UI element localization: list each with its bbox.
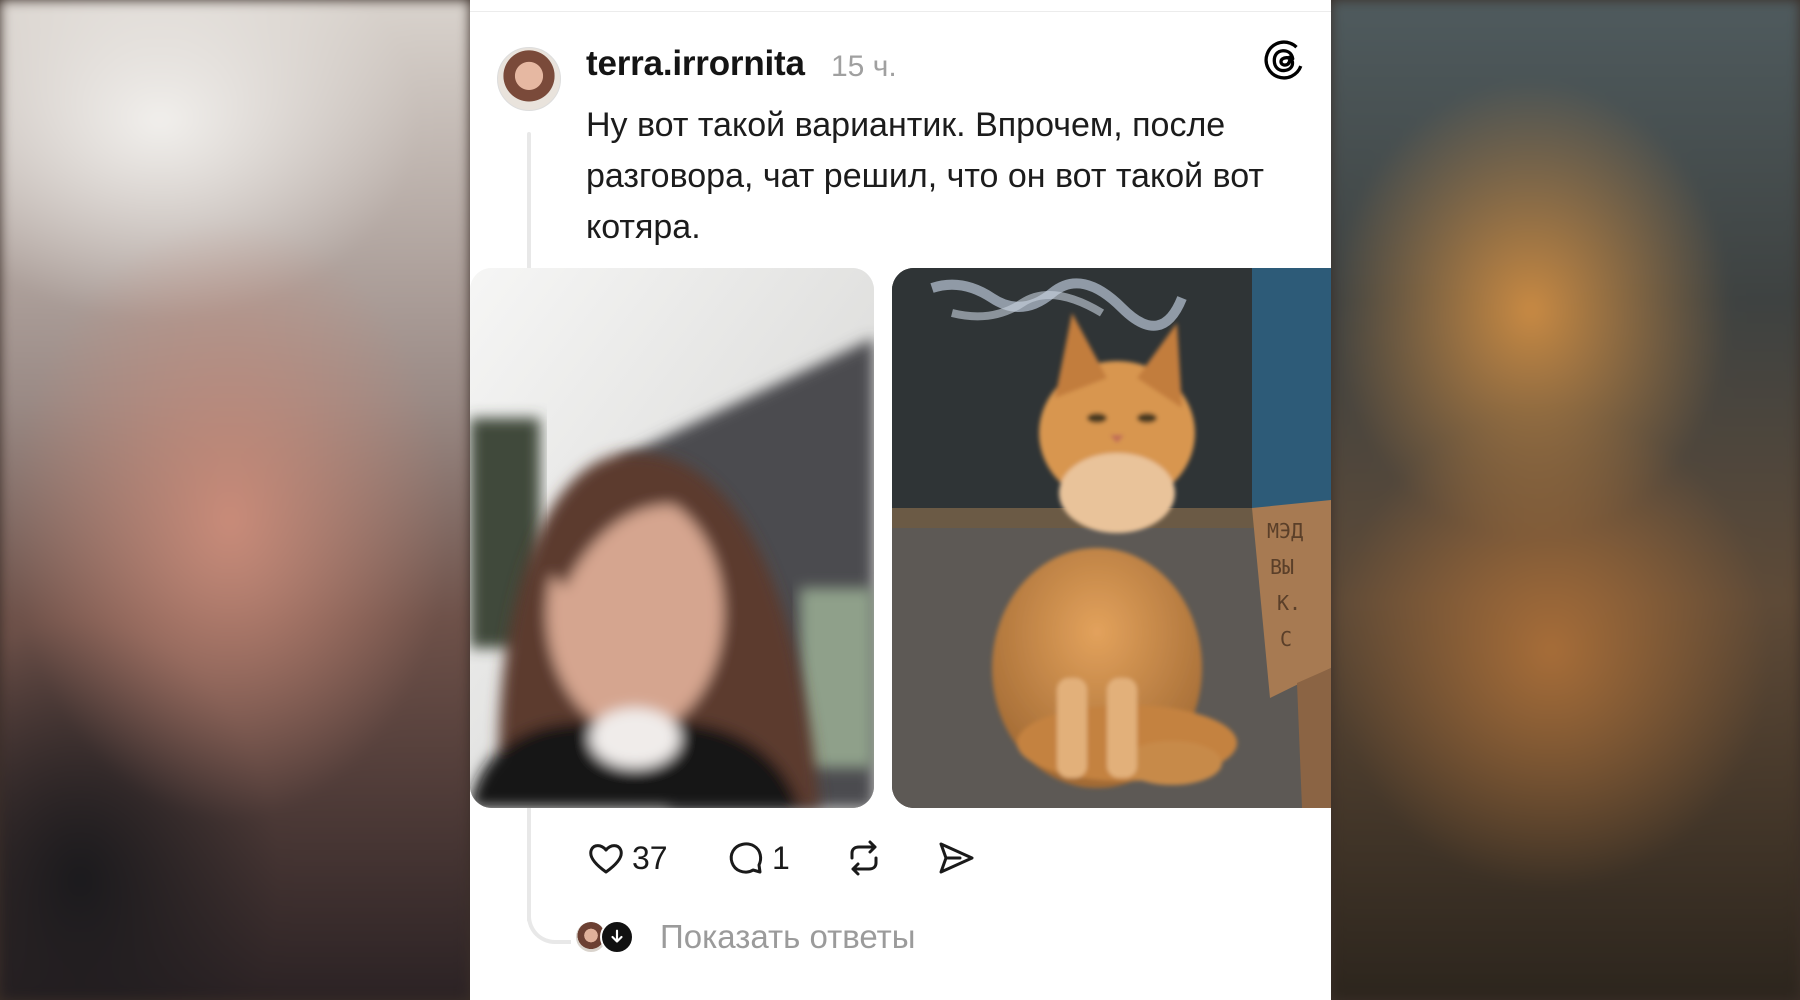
thread-curve [527,880,571,944]
heart-icon [589,844,623,874]
post-time: 15 ч. [831,50,897,83]
reply-count: 1 [772,839,790,876]
arrow-down-icon [600,920,634,954]
show-replies-label[interactable]: Показать ответы [660,918,915,956]
sign-text-line-3: К. [1277,591,1301,615]
like-count: 37 [632,839,668,876]
user-avatar[interactable] [497,47,561,111]
top-divider [470,11,1331,12]
selfie-photo[interactable] [470,268,874,808]
share-icon [939,842,974,874]
sign-text-line-1: МЭД [1267,519,1303,543]
threads-post-card: terra.irrornita 15 ч. Ну вот такой вариа… [470,0,1331,1000]
comment-icon [729,842,763,874]
reply-button[interactable]: 1 [726,838,790,878]
blurred-background-left [0,0,470,1000]
post-text: Ну вот такой вариантик. Впрочем, после р… [586,106,1264,246]
blurred-background-right [1331,0,1800,1000]
share-button[interactable] [936,838,976,878]
sign-text-line-2: ВЫ [1270,555,1294,579]
show-replies[interactable]: Показать ответы [574,918,915,956]
threads-logo-icon[interactable] [1262,38,1306,82]
repost-icon [850,840,878,876]
like-button[interactable]: 37 [586,838,668,878]
username[interactable]: terra.irrornita [586,44,805,84]
repost-button[interactable] [844,838,884,878]
sign-text-line-4: С [1280,627,1292,651]
ginger-cat-photo[interactable]: МЭД ВЫ К. С [892,268,1331,808]
